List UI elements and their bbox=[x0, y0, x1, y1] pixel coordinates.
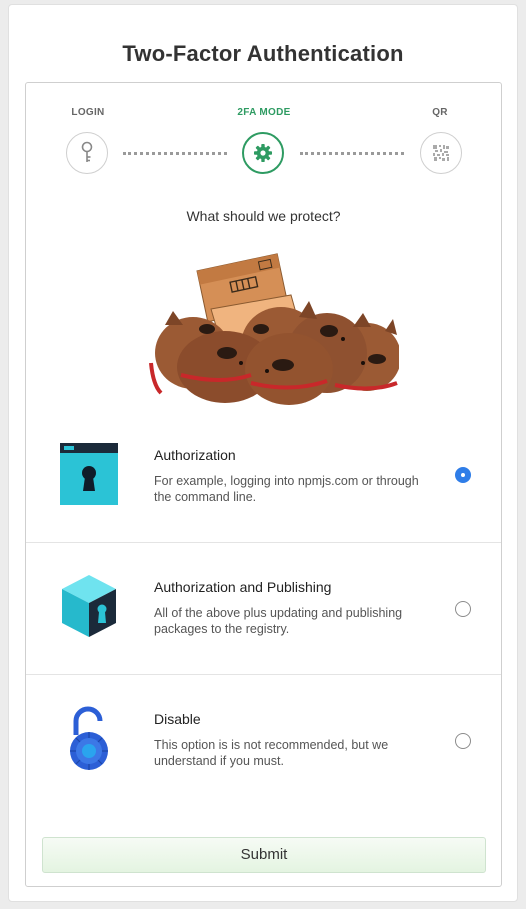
open-padlock-icon bbox=[70, 706, 108, 770]
step-login bbox=[66, 132, 108, 174]
authorization-radio[interactable] bbox=[455, 467, 471, 483]
step-qr bbox=[420, 132, 462, 174]
step-connector-2 bbox=[300, 152, 404, 155]
option-title: Authorization and Publishing bbox=[154, 579, 332, 595]
disable-radio[interactable] bbox=[455, 733, 471, 749]
protect-question: What should we protect? bbox=[186, 208, 341, 224]
page-title: Two-Factor Authentication bbox=[122, 41, 404, 66]
key-icon bbox=[81, 141, 93, 162]
option-description: All of the above plus updating and publi… bbox=[154, 606, 403, 636]
option-authorization[interactable]: Authorization For example, logging into … bbox=[26, 411, 501, 543]
gear-icon bbox=[254, 144, 272, 162]
option-description: For example, logging into npmjs.com or t… bbox=[154, 474, 419, 504]
qr-code-icon bbox=[433, 145, 449, 161]
step-label-qr: QR bbox=[432, 107, 448, 118]
step-label-login: LOGIN bbox=[71, 107, 105, 118]
step-label-2fa-mode: 2FA MODE bbox=[237, 107, 291, 118]
keyhole-cube-icon bbox=[62, 575, 116, 637]
option-title: Disable bbox=[154, 711, 201, 727]
submit-button[interactable]: Submit bbox=[42, 837, 486, 873]
step-connector-1 bbox=[123, 152, 227, 155]
option-description: This option is is not recommended, but w… bbox=[154, 738, 389, 768]
auth-panel: Two-Factor Authentication LOGIN 2FA MODE bbox=[8, 4, 518, 902]
option-title: Authorization bbox=[154, 447, 236, 463]
step-2fa-mode bbox=[242, 132, 284, 174]
option-authorization-publishing[interactable]: Authorization and Publishing All of the … bbox=[26, 542, 501, 674]
authorization-publishing-radio[interactable] bbox=[455, 601, 471, 617]
option-disable[interactable]: Disable This option is is not recommende… bbox=[26, 674, 501, 806]
wombats-with-box-illustration bbox=[149, 253, 399, 405]
keyhole-window-icon bbox=[60, 443, 118, 505]
two-factor-card: LOGIN 2FA MODE QR What should we protect… bbox=[25, 82, 502, 887]
